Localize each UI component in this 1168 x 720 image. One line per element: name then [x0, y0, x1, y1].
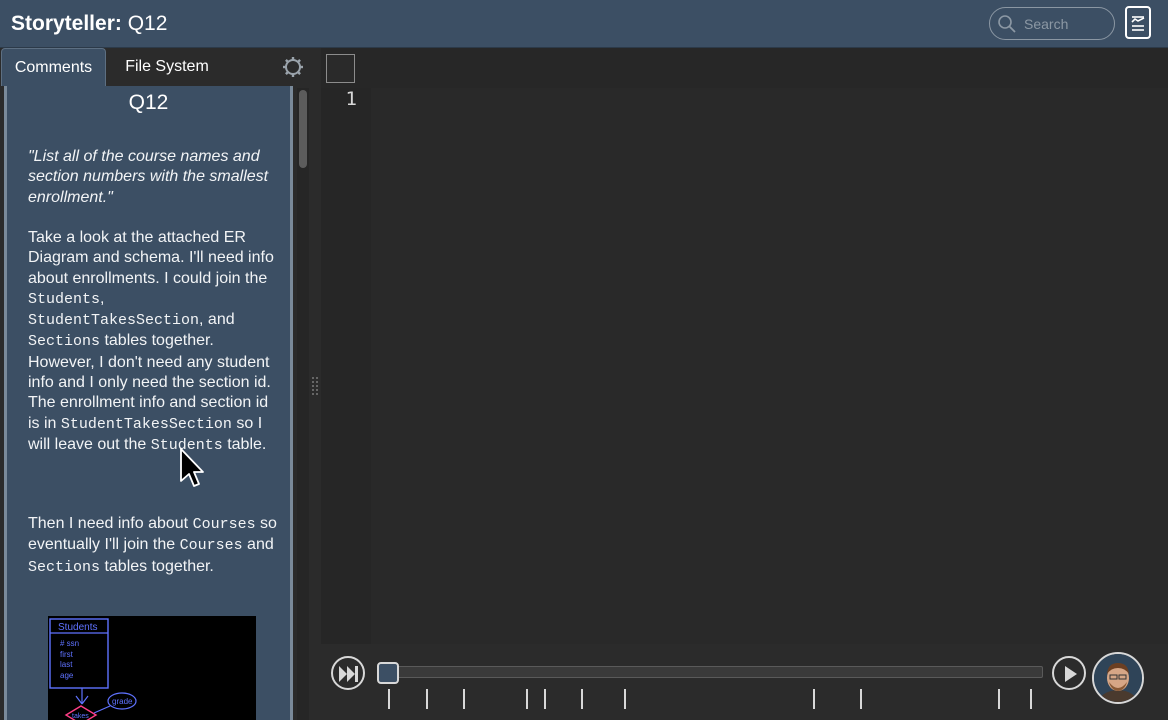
timeline-marker[interactable] — [1030, 689, 1032, 709]
comment-panel: Q12 "List all of the course names and se… — [4, 86, 293, 720]
playback-controls — [321, 644, 1168, 720]
er-attr: # ssn — [60, 639, 79, 648]
er-entity-name: Students — [58, 622, 97, 633]
select-checkbox[interactable] — [326, 54, 355, 83]
timeline-marker[interactable] — [544, 689, 546, 709]
user-photo — [1094, 654, 1142, 702]
play-button[interactable] — [1052, 656, 1086, 690]
fast-forward-icon — [339, 666, 358, 682]
timeline-marker[interactable] — [463, 689, 465, 709]
mouse-cursor-icon — [180, 448, 204, 487]
er-diagram-image[interactable]: Students # ssn first last age takes grad… — [48, 616, 256, 720]
timeline-marker[interactable] — [526, 689, 528, 709]
code-editor[interactable] — [371, 88, 1168, 644]
er-attr: age — [60, 671, 74, 680]
document-button[interactable] — [1125, 6, 1151, 39]
comment-quote: "List all of the course names and sectio… — [28, 148, 269, 206]
playback-timeline[interactable] — [381, 666, 1043, 678]
er-relation: takes — [72, 713, 89, 720]
line-number: 1 — [345, 88, 357, 110]
timeline-marker[interactable] — [813, 689, 815, 709]
timeline-marker[interactable] — [388, 689, 390, 709]
comment-title: Q12 — [128, 91, 169, 114]
line-gutter — [321, 88, 371, 644]
comments-scrollbar-thumb[interactable] — [299, 90, 307, 168]
timeline-marker[interactable] — [860, 689, 862, 709]
title-bar: Storyteller: Q12 — [0, 0, 1168, 48]
app-title: Storyteller: Q12 — [11, 12, 167, 36]
er-attr: first — [60, 650, 74, 659]
play-icon — [1065, 666, 1077, 682]
app-name: Storyteller: — [11, 12, 122, 35]
tab-file-system[interactable]: File System — [108, 48, 226, 86]
er-attr: last — [60, 660, 73, 669]
er-relation-attr: grade — [112, 697, 133, 706]
left-panel: Comments File System Q12 "List all of th… — [0, 48, 310, 720]
search-box[interactable] — [989, 7, 1115, 40]
tab-comments[interactable]: Comments — [1, 48, 106, 86]
er-diagram: Students # ssn first last age takes grad… — [49, 618, 137, 720]
playback-title: Q12 — [127, 12, 168, 35]
gear-icon[interactable] — [282, 56, 304, 78]
timeline-marker[interactable] — [581, 689, 583, 709]
editor-toolbar — [321, 48, 1168, 88]
timeline-marker[interactable] — [624, 689, 626, 709]
timeline-marker[interactable] — [998, 689, 1000, 709]
avatar[interactable] — [1092, 652, 1144, 704]
fast-forward-button[interactable] — [331, 656, 365, 690]
document-icon — [1131, 16, 1145, 31]
comments-scrollbar[interactable] — [297, 88, 309, 720]
timeline-marker[interactable] — [426, 689, 428, 709]
timeline-scrubber[interactable] — [377, 662, 399, 684]
search-icon — [998, 15, 1016, 33]
comment-paragraph-2: Then I need info about Courses so eventu… — [28, 515, 277, 576]
drag-handle-icon[interactable] — [311, 376, 319, 398]
search-input[interactable] — [1022, 13, 1112, 35]
comment-paragraph-1: Take a look at the attached ER Diagram a… — [28, 229, 274, 454]
